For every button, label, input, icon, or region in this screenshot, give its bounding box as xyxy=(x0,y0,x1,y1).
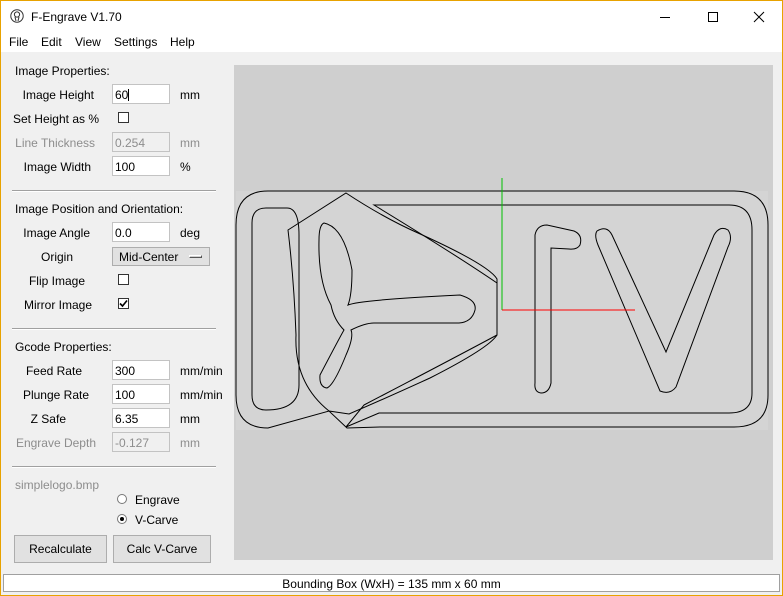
z-safe-input[interactable]: 6.35 xyxy=(112,408,170,428)
separator xyxy=(12,466,216,468)
window-title: F-Engrave V1.70 xyxy=(31,10,122,24)
menu-help[interactable]: Help xyxy=(170,35,195,49)
set-height-pct-checkbox[interactable] xyxy=(118,112,129,123)
status-bar: Bounding Box (WxH) = 135 mm x 60 mm xyxy=(3,574,780,592)
checkmark-icon xyxy=(119,299,128,308)
vcarve-radio-label[interactable]: V-Carve xyxy=(135,513,178,527)
z-safe-label: Z Safe xyxy=(30,412,66,426)
minimize-button[interactable] xyxy=(642,1,688,32)
image-height-label: Image Height xyxy=(22,88,94,102)
plunge-rate-unit: mm/min xyxy=(180,388,223,402)
plunge-rate-label: Plunge Rate xyxy=(22,388,89,402)
app-icon xyxy=(10,9,24,23)
menu-edit[interactable]: Edit xyxy=(41,35,62,49)
z-safe-unit: mm xyxy=(180,412,200,426)
menu-settings[interactable]: Settings xyxy=(114,35,157,49)
close-icon xyxy=(753,11,765,22)
image-height-input[interactable]: 60 xyxy=(112,84,170,104)
feed-rate-input[interactable]: 300 xyxy=(112,360,170,380)
line-thickness-label: Line Thickness xyxy=(15,136,95,150)
minimize-icon xyxy=(660,16,670,18)
text-cursor xyxy=(128,89,130,101)
engrave-depth-input[interactable]: -0.127 xyxy=(112,432,170,452)
vcarve-radio[interactable] xyxy=(117,514,127,524)
origin-selected: Mid-Center xyxy=(119,250,179,264)
title-bar: F-Engrave V1.70 xyxy=(1,1,782,32)
file-name: simplelogo.bmp xyxy=(15,478,100,492)
image-angle-input[interactable]: 0.0 xyxy=(112,222,170,242)
image-height-value: 60 xyxy=(115,88,129,102)
image-angle-label: Image Angle xyxy=(23,226,90,240)
recalculate-button[interactable]: Recalculate xyxy=(14,535,107,563)
calc-vcarve-button[interactable]: Calc V-Carve xyxy=(113,535,211,563)
flip-image-checkbox[interactable] xyxy=(118,274,129,285)
bounding-box-status: Bounding Box (WxH) = 135 mm x 60 mm xyxy=(282,577,501,591)
radio-selected-dot xyxy=(120,517,124,521)
flip-image-label: Flip Image xyxy=(28,274,85,288)
line-thickness-unit: mm xyxy=(180,136,200,150)
set-height-pct-label: Set Height as % xyxy=(12,112,99,126)
engrave-depth-unit: mm xyxy=(180,436,200,450)
close-button[interactable] xyxy=(736,1,782,32)
menu-file[interactable]: File xyxy=(9,35,28,49)
origin-dropdown[interactable]: Mid-Center xyxy=(112,247,210,266)
engrave-depth-label: Engrave Depth xyxy=(15,436,96,450)
origin-label: Origin xyxy=(40,250,73,264)
gcode-heading: Gcode Properties: xyxy=(15,340,112,354)
engrave-radio[interactable] xyxy=(117,494,127,504)
feed-rate-label: Feed Rate xyxy=(25,364,82,378)
feed-rate-unit: mm/min xyxy=(180,364,223,378)
image-width-input[interactable]: 100 xyxy=(112,156,170,176)
toolpath-preview xyxy=(235,178,769,430)
image-angle-unit: deg xyxy=(180,226,201,240)
line-thickness-input[interactable]: 0.254 xyxy=(112,132,170,152)
image-width-label: Image Width xyxy=(23,160,91,174)
mirror-image-checkbox[interactable] xyxy=(118,298,129,309)
image-properties-heading: Image Properties: xyxy=(15,64,110,78)
position-heading: Image Position and Orientation: xyxy=(15,202,184,216)
menu-bar: File Edit View Settings Help xyxy=(1,32,782,52)
dropdown-indicator-icon xyxy=(189,255,202,258)
maximize-button[interactable] xyxy=(690,1,736,32)
separator xyxy=(12,328,216,330)
image-width-unit: % xyxy=(180,160,191,174)
separator xyxy=(12,190,216,192)
plunge-rate-input[interactable]: 100 xyxy=(112,384,170,404)
engrave-radio-label[interactable]: Engrave xyxy=(135,493,180,507)
mirror-image-label: Mirror Image xyxy=(23,298,92,312)
maximize-icon xyxy=(708,11,718,22)
image-height-unit: mm xyxy=(180,88,200,102)
preview-canvas[interactable] xyxy=(234,65,773,560)
menu-view[interactable]: View xyxy=(75,35,101,49)
